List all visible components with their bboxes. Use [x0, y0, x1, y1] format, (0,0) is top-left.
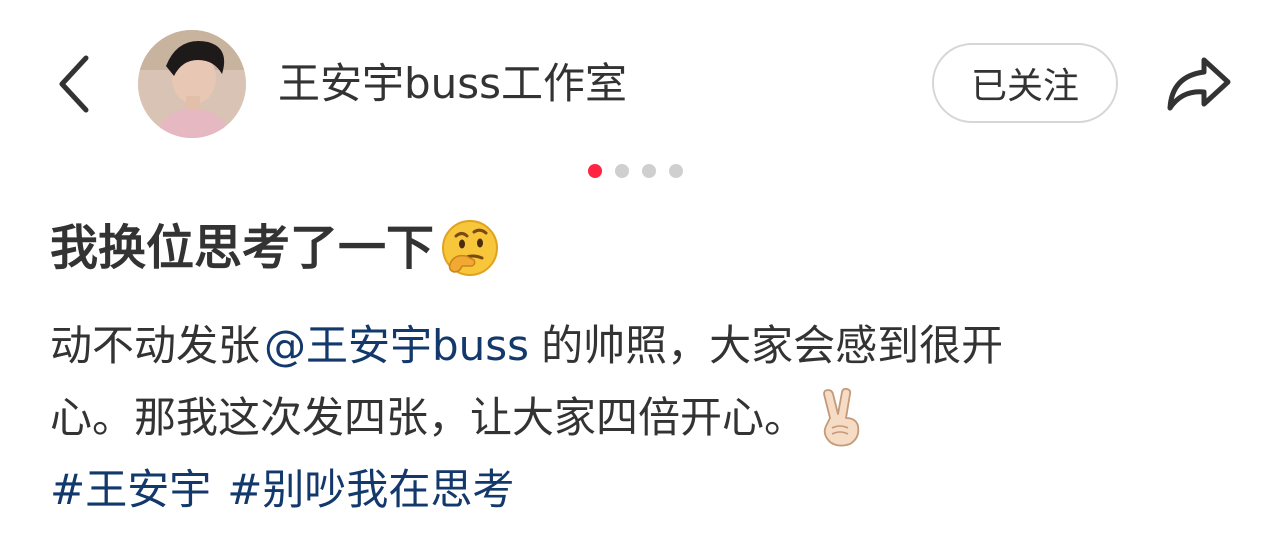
body-text-part1: 动不动发张	[50, 321, 261, 370]
body-text-part2: 的帅照，大家会感到很开	[541, 321, 1004, 370]
carousel-dot-4[interactable]	[669, 164, 683, 178]
share-arrow-icon	[1167, 57, 1231, 111]
carousel-indicator	[588, 164, 683, 178]
post-title-text: 我换位思考了一下	[50, 220, 435, 276]
carousel-dot-1[interactable]	[588, 164, 602, 178]
hashtag-link[interactable]: #别吵我在思考	[227, 454, 514, 526]
share-button[interactable]	[1160, 50, 1236, 116]
body-text-line2: 心。那我这次发四张，让大家四倍开心。	[50, 393, 807, 442]
avatar[interactable]	[138, 30, 246, 138]
mention-link[interactable]: @王安宇buss	[264, 310, 529, 382]
avatar-image	[138, 30, 246, 138]
post-body: 动不动发张 @王安宇buss 的帅照，大家会感到很开 心。那我这次发四张，让大家…	[50, 310, 1240, 526]
carousel-dot-3[interactable]	[642, 164, 656, 178]
chevron-left-icon	[59, 55, 89, 113]
thinking-face-emoji	[442, 220, 499, 276]
victory-hand-emoji	[823, 388, 860, 447]
post-body-line-2: 心。那我这次发四张，让大家四倍开心。	[50, 382, 1240, 454]
back-button[interactable]	[44, 48, 104, 120]
hashtag-list: #王安宇 #别吵我在思考	[50, 454, 1240, 526]
account-name[interactable]: 王安宇buss工作室	[278, 58, 627, 110]
hashtag-link[interactable]: #王安宇	[50, 454, 211, 526]
post-header: 王安宇buss工作室 已关注	[0, 0, 1284, 160]
post-title: 我换位思考了一下	[50, 216, 500, 280]
post-body-line-1: 动不动发张 @王安宇buss 的帅照，大家会感到很开	[50, 310, 1240, 382]
carousel-dot-2[interactable]	[615, 164, 629, 178]
follow-button[interactable]: 已关注	[932, 43, 1118, 123]
